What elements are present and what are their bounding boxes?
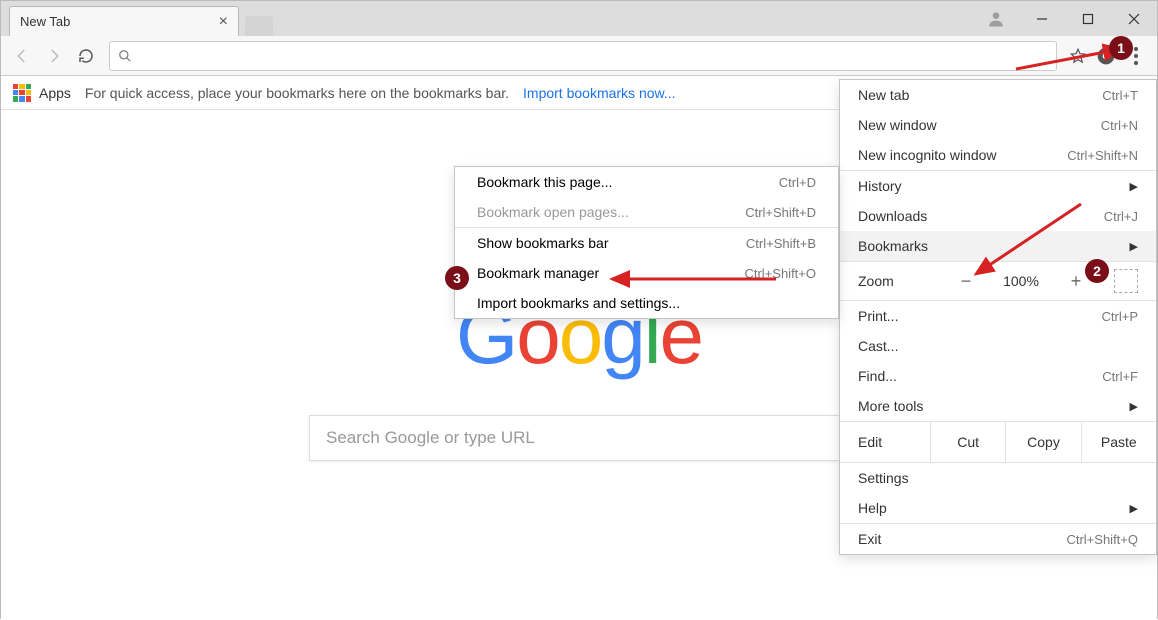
browser-tab[interactable]: New Tab × <box>9 6 239 36</box>
menu-label: Settings <box>858 470 909 486</box>
menu-label: Bookmark this page... <box>477 174 612 190</box>
window-maximize-button[interactable] <box>1065 4 1111 34</box>
submenu-import-settings[interactable]: Import bookmarks and settings... <box>455 288 838 318</box>
submenu-bookmark-open-pages: Bookmark open pages... Ctrl+Shift+D <box>455 197 838 227</box>
menu-label: More tools <box>858 398 923 414</box>
submenu-arrow-icon: ▶ <box>1130 240 1138 253</box>
menu-label: Show bookmarks bar <box>477 235 609 251</box>
edit-label: Edit <box>840 422 930 462</box>
google-search-box[interactable]: Search Google or type URL <box>309 415 849 461</box>
menu-label: Print... <box>858 308 898 324</box>
menu-print[interactable]: Print... Ctrl+P <box>840 301 1156 331</box>
submenu-show-bookmarks-bar[interactable]: Show bookmarks bar Ctrl+Shift+B <box>455 228 838 258</box>
tab-title: New Tab <box>20 14 219 29</box>
window-minimize-button[interactable] <box>1019 4 1065 34</box>
tab-close-icon[interactable]: × <box>219 13 228 31</box>
menu-shortcut: Ctrl+F <box>1102 369 1138 384</box>
edit-paste[interactable]: Paste <box>1081 422 1156 462</box>
new-tab-button[interactable] <box>245 16 273 36</box>
menu-find[interactable]: Find... Ctrl+F <box>840 361 1156 391</box>
reload-button[interactable] <box>71 41 101 71</box>
search-icon <box>118 49 132 63</box>
menu-label: History <box>858 178 902 194</box>
menu-label: Downloads <box>858 208 927 224</box>
menu-more-tools[interactable]: More tools ▶ <box>840 391 1156 421</box>
menu-label: Help <box>858 500 887 516</box>
edit-cut[interactable]: Cut <box>930 422 1005 462</box>
annotation-arrow-2 <box>961 196 1091 286</box>
menu-new-tab[interactable]: New tab Ctrl+T <box>840 80 1156 110</box>
menu-label: New tab <box>858 87 909 103</box>
edit-copy[interactable]: Copy <box>1005 422 1080 462</box>
menu-exit[interactable]: Exit Ctrl+Shift+Q <box>840 524 1156 554</box>
menu-label: Cast... <box>858 338 898 354</box>
bookmarks-bar-hint: For quick access, place your bookmarks h… <box>85 85 509 101</box>
back-button[interactable] <box>7 41 37 71</box>
apps-label: Apps <box>39 85 71 101</box>
menu-shortcut: Ctrl+T <box>1102 88 1138 103</box>
menu-label: Bookmark open pages... <box>477 204 629 220</box>
menu-new-window[interactable]: New window Ctrl+N <box>840 110 1156 140</box>
submenu-bookmark-page[interactable]: Bookmark this page... Ctrl+D <box>455 167 838 197</box>
apps-icon <box>13 84 31 102</box>
menu-label: Bookmarks <box>858 238 928 254</box>
menu-shortcut: Ctrl+Shift+B <box>746 236 816 251</box>
menu-shortcut: Ctrl+J <box>1104 209 1138 224</box>
menu-label: New incognito window <box>858 147 997 163</box>
forward-button[interactable] <box>39 41 69 71</box>
menu-shortcut: Ctrl+D <box>779 175 816 190</box>
menu-label: New window <box>858 117 937 133</box>
browser-toolbar <box>1 36 1157 76</box>
annotation-badge-3: 3 <box>445 266 469 290</box>
menu-label: Import bookmarks and settings... <box>477 295 680 311</box>
annotation-arrow-3 <box>606 269 786 289</box>
submenu-arrow-icon: ▶ <box>1130 502 1138 515</box>
menu-label: Exit <box>858 531 881 547</box>
chrome-main-menu: New tab Ctrl+T New window Ctrl+N New inc… <box>839 79 1157 555</box>
zoom-label: Zoom <box>858 273 938 289</box>
annotation-badge-1: 1 <box>1109 36 1133 60</box>
menu-shortcut: Ctrl+N <box>1101 118 1138 133</box>
menu-new-incognito[interactable]: New incognito window Ctrl+Shift+N <box>840 140 1156 170</box>
menu-shortcut: Ctrl+Shift+D <box>745 205 816 220</box>
menu-label: Bookmark manager <box>477 265 599 281</box>
bookmarks-submenu: Bookmark this page... Ctrl+D Bookmark op… <box>454 166 839 319</box>
fullscreen-button[interactable] <box>1114 269 1138 293</box>
menu-cast[interactable]: Cast... <box>840 331 1156 361</box>
submenu-arrow-icon: ▶ <box>1130 180 1138 193</box>
annotation-badge-2: 2 <box>1085 259 1109 283</box>
apps-shortcut[interactable]: Apps <box>13 84 71 102</box>
window-titlebar: New Tab × <box>1 1 1157 36</box>
menu-shortcut: Ctrl+P <box>1102 309 1138 324</box>
menu-help[interactable]: Help ▶ <box>840 493 1156 523</box>
menu-edit-row: Edit Cut Copy Paste <box>840 422 1156 462</box>
profile-icon[interactable] <box>973 4 1019 34</box>
submenu-arrow-icon: ▶ <box>1130 400 1138 413</box>
menu-label: Find... <box>858 368 897 384</box>
address-bar[interactable] <box>109 41 1057 71</box>
address-input[interactable] <box>140 48 1048 64</box>
menu-settings[interactable]: Settings <box>840 463 1156 493</box>
menu-shortcut: Ctrl+Shift+Q <box>1066 532 1138 547</box>
window-close-button[interactable] <box>1111 4 1157 34</box>
import-bookmarks-link[interactable]: Import bookmarks now... <box>523 85 676 101</box>
menu-shortcut: Ctrl+Shift+N <box>1067 148 1138 163</box>
